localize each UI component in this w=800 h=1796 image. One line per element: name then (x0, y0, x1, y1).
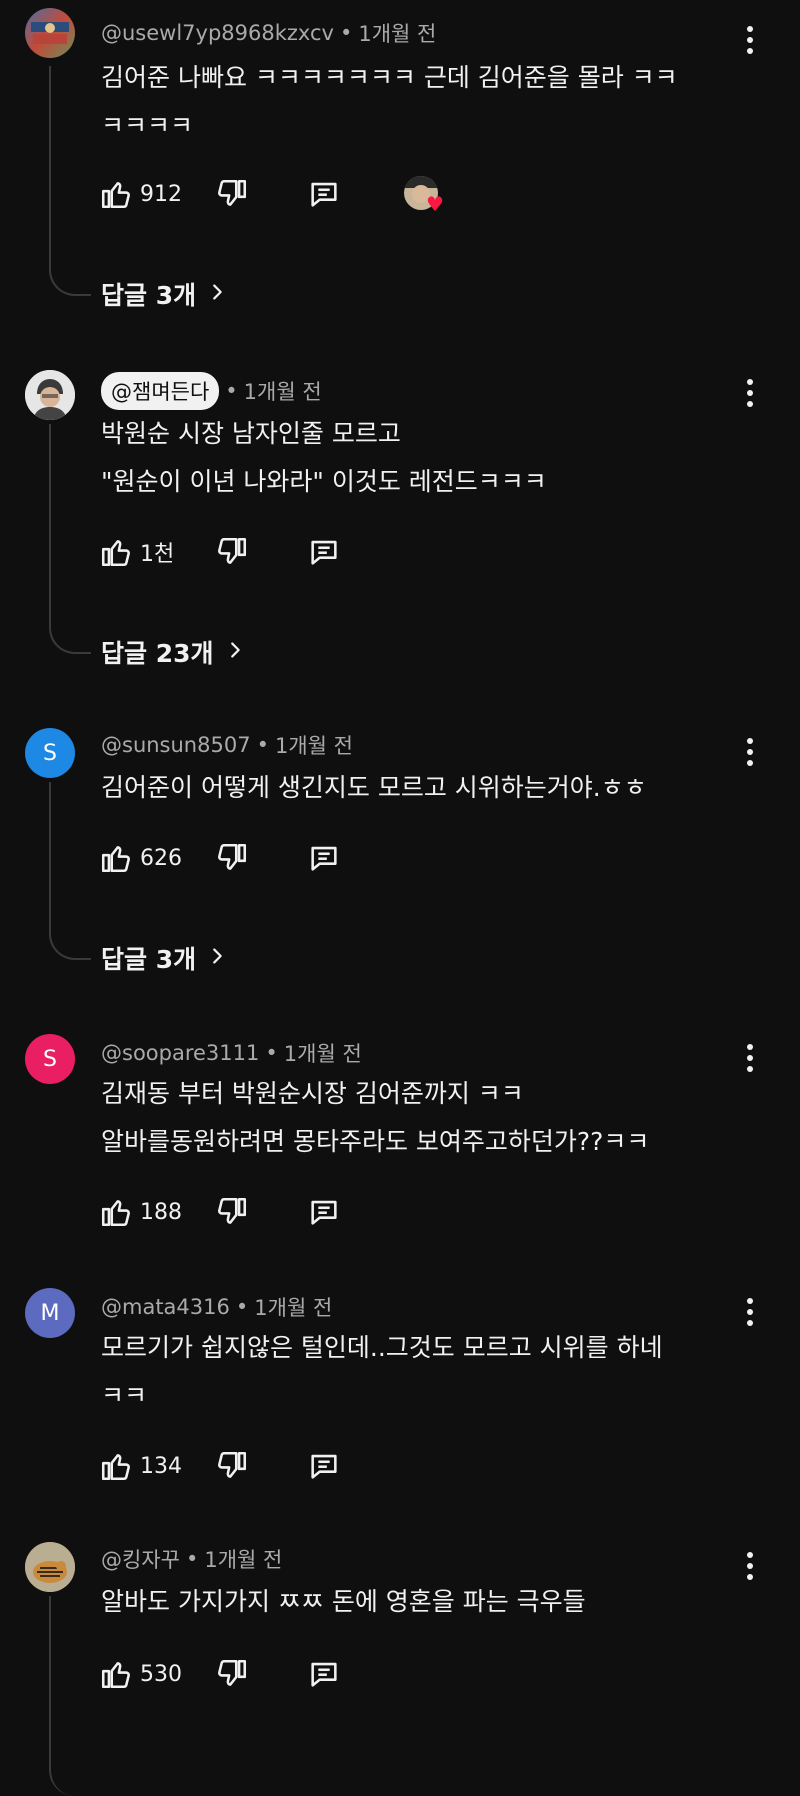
more-vert-icon[interactable] (738, 1548, 762, 1584)
thumbs-up-icon[interactable] (98, 534, 134, 570)
more-vert-icon[interactable] (738, 1294, 762, 1330)
comment-actions: 626 (98, 838, 342, 878)
separator-dot: • (185, 1547, 199, 1571)
comment-author[interactable]: @usewl7yp8968kzxcv (101, 21, 334, 45)
more-vert-icon[interactable] (738, 1040, 762, 1076)
comment-text: 박원순 시장 남자인줄 모르고 "원순이 이년 나와라" 이것도 레전드ㅋㅋㅋ (101, 419, 547, 496)
separator-dot: • (235, 1295, 249, 1319)
thumbs-down-icon[interactable] (214, 1448, 250, 1484)
more-vert-icon[interactable] (738, 734, 762, 770)
avatar-letter: S (43, 740, 57, 766)
comment-author[interactable]: @킹자꾸 (101, 1544, 180, 1574)
avatar[interactable] (25, 370, 75, 420)
comment-text: 김어준이 어떻게 생긴지도 모르고 시위하는거야.ㅎㅎ (101, 773, 647, 802)
separator-dot: • (225, 379, 238, 403)
like-count: 1천 (140, 542, 175, 567)
thread-line (49, 66, 91, 296)
thumbs-down-icon[interactable] (214, 1194, 250, 1230)
thumbs-up-icon[interactable] (98, 840, 134, 876)
comment-text: 김재동 부터 박원순시장 김어준까지 ㅋㅋ 알바를동원하려면 몽타주라도 보여주… (101, 1079, 650, 1156)
view-replies-button[interactable]: 답글 3개 (101, 940, 228, 976)
comment-time: 1개월 전 (243, 380, 322, 404)
thread-line (49, 1596, 91, 1796)
replies-count: 답글 3개 (101, 945, 197, 974)
replies-count: 답글 23개 (101, 639, 214, 668)
avatar-letter: S (43, 1046, 57, 1072)
thumbs-up-icon[interactable] (98, 176, 134, 212)
thumbs-up-icon[interactable] (98, 1656, 134, 1692)
thread-line (49, 782, 91, 960)
thumbs-down-icon[interactable] (214, 534, 250, 570)
reply-icon[interactable] (306, 840, 342, 876)
avatar[interactable] (25, 1542, 75, 1592)
like-count: 530 (140, 1661, 182, 1687)
comment-text: 알바도 가지가지 ㅉㅉ 돈에 영혼을 파는 극우들 (101, 1587, 586, 1616)
thumbs-down-icon[interactable] (214, 1656, 250, 1692)
reply-icon[interactable] (306, 1448, 342, 1484)
comment-author[interactable]: @잼며든다 (101, 372, 220, 410)
comment-time: 1개월 전 (283, 1042, 362, 1066)
separator-dot: • (339, 21, 353, 45)
like-count: 188 (140, 1199, 182, 1225)
thumbs-up-icon[interactable] (98, 1448, 134, 1484)
comment-meta: @soopare3111 • 1개월 전 (101, 1038, 362, 1068)
thumbs-up-icon[interactable] (98, 1194, 134, 1230)
comment-time: 1개월 전 (204, 1548, 283, 1572)
comment-meta: @sunsun8507 • 1개월 전 (101, 730, 353, 760)
reply-icon[interactable] (306, 176, 342, 212)
thread-line (49, 424, 91, 654)
comment-actions: 530 (98, 1654, 342, 1694)
replies-count: 답글 3개 (101, 281, 197, 310)
reply-icon[interactable] (306, 534, 342, 570)
comment-meta: @mata4316 • 1개월 전 (101, 1292, 332, 1322)
thumbs-down-icon[interactable] (214, 176, 250, 212)
comment-text: 김어준 나빠요 ㅋㅋㅋㅋㅋㅋㅋ 근데 김어준을 몰라 ㅋㅋ ㅋㅋㅋㅋ (101, 63, 678, 140)
avatar[interactable]: M (25, 1288, 75, 1338)
comment-author[interactable]: @sunsun8507 (101, 733, 251, 757)
comment-actions: 912 ♥ (98, 174, 444, 214)
chevron-right-icon (206, 944, 228, 973)
more-vert-icon[interactable] (738, 22, 762, 58)
view-replies-button[interactable]: 답글 23개 (101, 634, 246, 670)
comment-actions: 188 (98, 1192, 342, 1232)
comment-meta: @잼며든다 • 1개월 전 (101, 372, 322, 410)
comment-meta: @usewl7yp8968kzxcv • 1개월 전 (101, 18, 436, 48)
comment-actions: 134 (98, 1446, 342, 1486)
more-vert-icon[interactable] (738, 375, 762, 411)
like-count: 134 (140, 1453, 182, 1479)
separator-dot: • (265, 1041, 278, 1065)
separator-dot: • (256, 733, 269, 757)
comment-time: 1개월 전 (274, 734, 353, 758)
chevron-right-icon (206, 280, 228, 309)
chevron-right-icon (224, 638, 246, 667)
avatar[interactable]: S (25, 728, 75, 778)
heart-icon: ♥ (426, 192, 444, 216)
comment-actions: 1천 (98, 532, 342, 572)
creator-heart-badge: ♥ (404, 174, 444, 214)
reply-icon[interactable] (306, 1656, 342, 1692)
view-replies-button[interactable]: 답글 3개 (101, 276, 228, 312)
comment-time: 1개월 전 (358, 22, 437, 46)
comment-author[interactable]: @mata4316 (101, 1295, 230, 1319)
like-count: 912 (140, 181, 182, 207)
avatar-letter: M (40, 1300, 60, 1326)
comment-time: 1개월 전 (254, 1296, 333, 1320)
comment-author[interactable]: @soopare3111 (101, 1041, 259, 1065)
avatar[interactable] (25, 8, 75, 58)
thumbs-down-icon[interactable] (214, 840, 250, 876)
reply-icon[interactable] (306, 1194, 342, 1230)
avatar[interactable]: S (25, 1034, 75, 1084)
comment-meta: @킹자꾸 • 1개월 전 (101, 1544, 282, 1574)
like-count: 626 (140, 845, 182, 871)
comment-text: 모르기가 쉽지않은 털인데..그것도 모르고 시위를 하네 ㅋㅋ (101, 1333, 663, 1410)
